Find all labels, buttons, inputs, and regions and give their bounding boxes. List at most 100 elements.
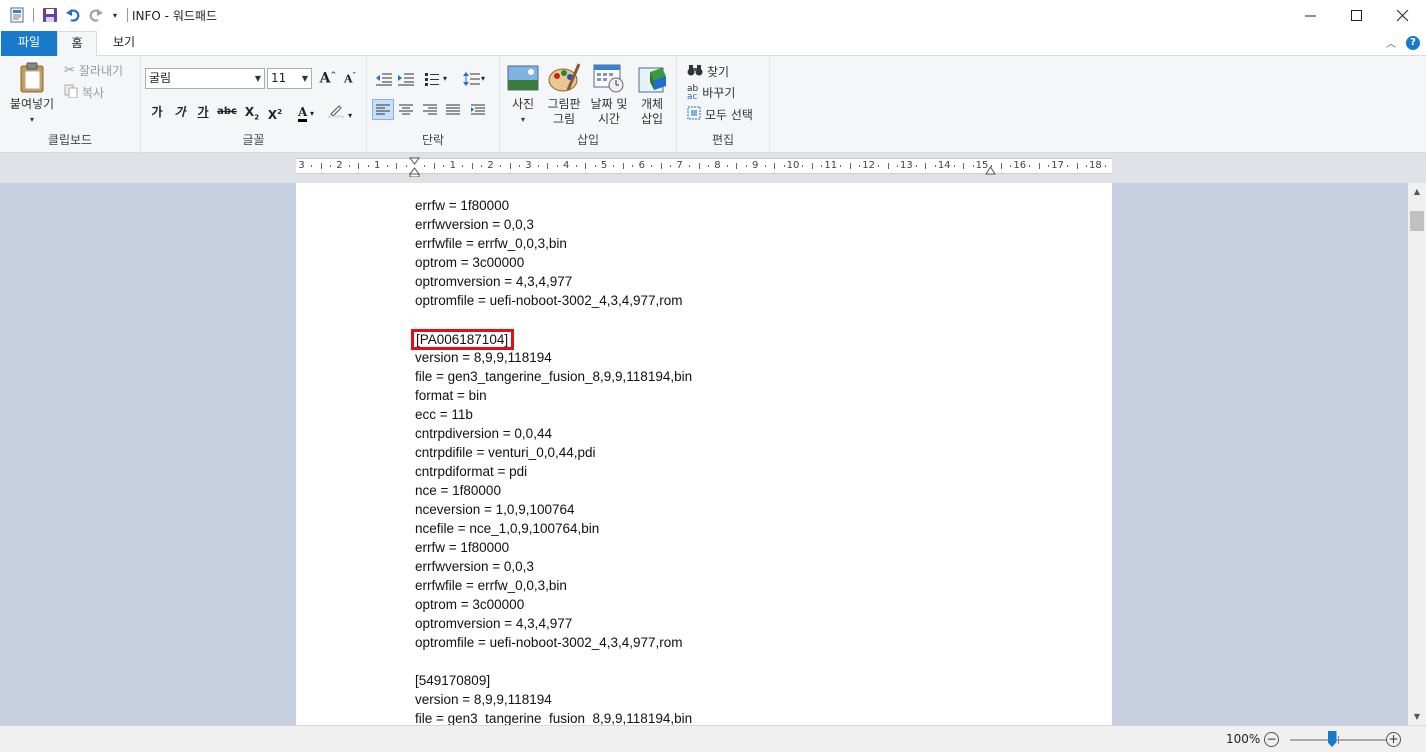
tab-view[interactable]: 보기 bbox=[99, 31, 149, 56]
document-line[interactable]: ecc = 11b bbox=[415, 405, 692, 424]
ruler-tick bbox=[575, 165, 577, 167]
ruler-label: 3 bbox=[298, 160, 305, 171]
scroll-thumb[interactable] bbox=[1410, 211, 1424, 231]
document-line[interactable] bbox=[415, 652, 692, 671]
ruler-tick bbox=[556, 165, 558, 167]
grow-font-button[interactable]: A^ bbox=[317, 68, 339, 89]
document-line[interactable]: optromfile = uefi-noboot-3002_4,3,4,977,… bbox=[415, 633, 692, 652]
document-line[interactable]: optromfile = uefi-noboot-3002_4,3,4,977,… bbox=[415, 291, 692, 310]
indent-marker-icon[interactable] bbox=[409, 157, 421, 177]
document-line[interactable]: errfwfile = errfw_0,0,3,bin bbox=[415, 234, 692, 253]
ruler-label: 3 bbox=[525, 160, 532, 171]
document-line[interactable]: file = gen3_tangerine_fusion_8,9,9,11819… bbox=[415, 367, 692, 386]
strikethrough-button[interactable]: abc bbox=[217, 102, 237, 122]
document-line[interactable]: optrom = 3c00000 bbox=[415, 253, 692, 272]
zoom-out-button[interactable]: − bbox=[1264, 732, 1279, 747]
document-line[interactable]: nceversion = 1,0,9,100764 bbox=[415, 500, 692, 519]
italic-button[interactable]: 가 bbox=[170, 102, 190, 122]
insert-object-button[interactable]: 개체 삽입 bbox=[634, 62, 670, 127]
document-line[interactable] bbox=[415, 310, 692, 329]
cut-button[interactable]: ✂ 잘라내기 bbox=[64, 62, 123, 79]
line-spacing-button[interactable]: ▾ bbox=[459, 68, 489, 89]
font-family-combo[interactable]: 굴림 ▼ bbox=[145, 68, 265, 89]
document-text[interactable]: errfw = 1f80000 errfwversion = 0,0,3 errfw… bbox=[411, 196, 692, 725]
save-icon[interactable] bbox=[41, 6, 59, 24]
close-icon bbox=[1397, 9, 1409, 21]
document-line[interactable]: optromversion = 4,3,4,977 bbox=[415, 614, 692, 633]
font-size-value: 11 bbox=[271, 71, 287, 85]
document-line[interactable]: nce = 1f80000 bbox=[415, 481, 692, 500]
highlight-color-button[interactable]: ▾ bbox=[325, 102, 355, 122]
document-line[interactable]: errfw = 1f80000 bbox=[415, 538, 692, 557]
copy-button[interactable]: 복사 bbox=[64, 84, 104, 101]
document-page[interactable]: errfw = 1f80000 errfwversion = 0,0,3 errfw… bbox=[296, 183, 1112, 725]
ruler[interactable]: 3 2 1 1 2 3 4 5 6 7 8 9 10 11 12 13 14 15 16 17 18 bbox=[296, 157, 1112, 177]
insert-picture-button[interactable]: 사진 ▾ bbox=[506, 62, 540, 127]
vertical-scrollbar[interactable]: ▲ ▼ bbox=[1408, 183, 1426, 725]
underline-button[interactable]: 가 bbox=[193, 102, 213, 122]
find-button[interactable]: 찾기 bbox=[687, 63, 729, 80]
tab-home[interactable]: 홈 bbox=[57, 31, 97, 57]
subscript-button[interactable]: X2 bbox=[242, 102, 262, 122]
document-line[interactable]: optrom = 3c00000 bbox=[415, 595, 692, 614]
document-line[interactable]: cntrpdiversion = 0,0,44 bbox=[415, 424, 692, 443]
text-color-button[interactable]: A ▾ bbox=[291, 102, 321, 122]
document-line[interactable]: ncefile = nce_1,0,9,100764,bin bbox=[415, 519, 692, 538]
zoom-in-button[interactable]: + bbox=[1386, 732, 1401, 747]
quick-access-toolbar: ▾ bbox=[8, 6, 130, 24]
document-line[interactable]: errfw = 1f80000 bbox=[415, 196, 692, 215]
scroll-down-icon[interactable]: ▼ bbox=[1408, 708, 1426, 725]
scroll-up-icon[interactable]: ▲ bbox=[1408, 183, 1426, 200]
minimize-ribbon-icon[interactable]: ︿ bbox=[1386, 35, 1396, 50]
redo-icon[interactable] bbox=[87, 6, 105, 24]
paragraph-settings-icon bbox=[471, 104, 485, 114]
document-line[interactable]: cntrpdiformat = pdi bbox=[415, 462, 692, 481]
help-icon[interactable]: ? bbox=[1406, 35, 1420, 50]
document-line[interactable]: version = 8,9,9,118194 bbox=[415, 690, 692, 709]
minimize-button[interactable] bbox=[1288, 0, 1334, 31]
document-line[interactable]: format = bin bbox=[415, 386, 692, 405]
insert-paint-drawing-button[interactable]: 그림판 그림 bbox=[544, 62, 584, 127]
paste-button[interactable]: 붙여넣기 ▾ bbox=[6, 62, 58, 127]
document-line[interactable]: errfwversion = 0,0,3 bbox=[415, 215, 692, 234]
align-right-button[interactable] bbox=[419, 99, 441, 120]
replace-label: 바꾸기 bbox=[702, 86, 736, 100]
customize-qat-icon[interactable]: ▾ bbox=[110, 6, 120, 24]
document-line[interactable]: errfwversion = 0,0,3 bbox=[415, 557, 692, 576]
zoom-slider-thumb[interactable] bbox=[1327, 731, 1337, 747]
tab-file[interactable]: 파일 bbox=[1, 31, 57, 56]
wordpad-app-icon[interactable] bbox=[8, 6, 26, 24]
document-line[interactable]: cntrpdifile = venturi_0,0,44,pdi bbox=[415, 443, 692, 462]
paste-dropdown-icon[interactable]: ▾ bbox=[6, 112, 58, 127]
bold-button[interactable]: 가 bbox=[147, 102, 167, 122]
document-line[interactable]: errfwfile = errfw_0,0,3,bin bbox=[415, 576, 692, 595]
ruler-tick bbox=[1010, 165, 1012, 167]
document-line[interactable]: [549170809] bbox=[415, 671, 692, 690]
document-line[interactable]: version = 8,9,9,118194 bbox=[415, 348, 692, 367]
select-all-button[interactable]: 모두 선택 bbox=[687, 106, 753, 123]
document-line[interactable]: file = gen3_tangerine_fusion_8,9,9,11819… bbox=[415, 709, 692, 725]
picture-dropdown-icon[interactable]: ▾ bbox=[506, 112, 540, 127]
shrink-font-button[interactable]: Aˇ bbox=[339, 68, 361, 89]
document-line[interactable]: [PA006187104] bbox=[411, 329, 692, 350]
ruler-label: 16 bbox=[1013, 160, 1027, 171]
justify-button[interactable] bbox=[442, 99, 464, 120]
align-center-button[interactable] bbox=[395, 99, 417, 120]
insert-datetime-button[interactable]: 날짜 및 시간 bbox=[586, 62, 632, 127]
zoom-level: 100% bbox=[1226, 732, 1261, 746]
align-left-button[interactable] bbox=[372, 99, 394, 120]
ruler-tick bbox=[1048, 165, 1050, 167]
ruler-tick bbox=[963, 163, 965, 169]
increase-indent-button[interactable] bbox=[395, 68, 417, 89]
undo-icon[interactable] bbox=[64, 6, 82, 24]
font-size-combo[interactable]: 11 ▼ bbox=[267, 68, 312, 89]
bullet-list-button[interactable]: ▾ bbox=[421, 68, 451, 89]
close-button[interactable] bbox=[1380, 0, 1426, 31]
document-line[interactable]: optromversion = 4,3,4,977 bbox=[415, 272, 692, 291]
ruler-tick bbox=[764, 165, 766, 167]
decrease-indent-button[interactable] bbox=[373, 68, 395, 89]
maximize-button[interactable] bbox=[1334, 0, 1380, 31]
superscript-button[interactable]: X2 bbox=[265, 102, 285, 122]
replace-button[interactable]: ab ac 바꾸기 bbox=[687, 84, 735, 101]
paragraph-settings-button[interactable] bbox=[467, 99, 489, 120]
